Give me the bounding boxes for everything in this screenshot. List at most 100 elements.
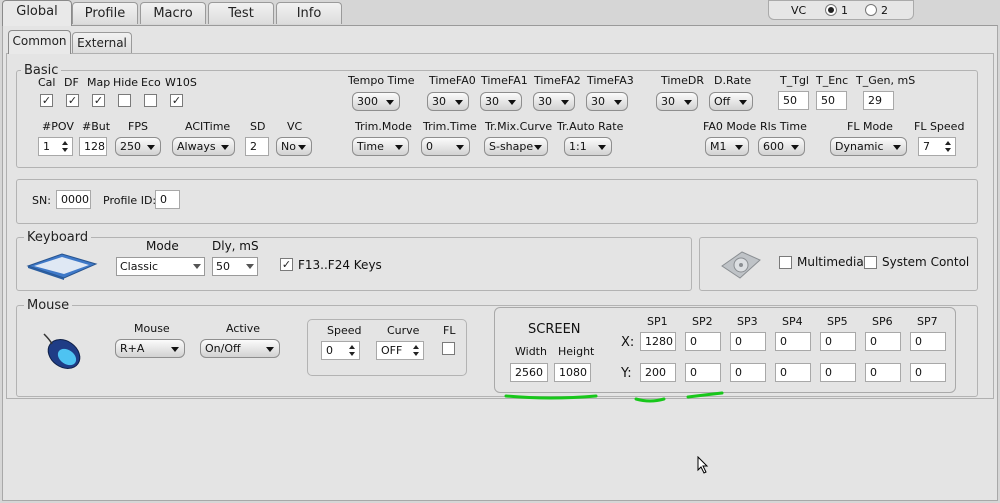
sp4-x-input[interactable]: 0 — [775, 332, 811, 351]
pov-stepper[interactable]: 1 — [38, 137, 73, 156]
mouse-curve-value: OFF — [381, 344, 403, 357]
fa0-mode-label: FA0 Mode — [703, 120, 757, 133]
vc-radio-2[interactable] — [865, 4, 877, 16]
trim-time-dropdown[interactable]: 0 — [421, 137, 470, 156]
sp1-y-input[interactable]: 200 — [640, 363, 676, 382]
fl-speed-value: 7 — [923, 140, 930, 153]
timefa2-value: 30 — [538, 95, 552, 108]
sp3-x-input[interactable]: 0 — [730, 332, 766, 351]
mouse-active-label: Active — [226, 322, 261, 335]
subtab-common[interactable]: Common — [8, 30, 71, 54]
drate-dropdown[interactable]: Off — [709, 92, 753, 111]
sp5-y-input[interactable]: 0 — [820, 363, 856, 382]
df-checkbox[interactable]: ✓ — [66, 94, 79, 107]
basic-vc-dropdown[interactable]: No — [276, 137, 312, 156]
map-checkbox[interactable]: ✓ — [92, 94, 105, 107]
rls-time-dropdown[interactable]: 600 — [758, 137, 805, 156]
tab-profile[interactable]: Profile — [72, 2, 138, 24]
tab-profile-label: Profile — [84, 6, 126, 21]
sp5-x-input[interactable]: 0 — [820, 332, 856, 351]
sn-input[interactable]: 0000 — [56, 190, 91, 209]
sd-input[interactable]: 2 — [245, 137, 269, 156]
t-gen-input[interactable]: 29 — [863, 91, 894, 110]
trim-mode-dropdown[interactable]: Time — [352, 137, 409, 156]
mouse-active-dropdown[interactable]: On/Off — [200, 339, 280, 358]
vc-radio-1[interactable] — [825, 4, 837, 16]
system-control-checkbox[interactable] — [864, 256, 877, 269]
basic-vc-label: VC — [287, 120, 303, 133]
sp2-x-input[interactable]: 0 — [685, 332, 721, 351]
timefa2-dropdown[interactable]: 30 — [533, 92, 575, 111]
sp3-label: SP3 — [737, 315, 758, 328]
timefa1-dropdown[interactable]: 30 — [480, 92, 522, 111]
tr-auto-rate-dropdown[interactable]: 1:1 — [564, 137, 612, 156]
tab-global[interactable]: Global — [2, 0, 72, 26]
sp3-y-input[interactable]: 0 — [730, 363, 766, 382]
tab-macro[interactable]: Macro — [140, 2, 206, 24]
mouse-group-title: Mouse — [24, 298, 73, 313]
vc-radio-2-label: 2 — [881, 4, 888, 17]
mouse-mode-dropdown[interactable]: R+A — [115, 339, 185, 358]
mouse-fl-checkbox[interactable] — [442, 342, 455, 355]
multimedia-checkbox[interactable] — [779, 256, 792, 269]
fa0-mode-dropdown[interactable]: M1 — [705, 137, 749, 156]
screen-width-input[interactable]: 2560 — [510, 363, 548, 382]
sp2-y-input[interactable]: 0 — [685, 363, 721, 382]
sd-value: 2 — [250, 140, 257, 153]
tab-info-label: Info — [296, 6, 322, 21]
sp7-y-value: 0 — [915, 366, 922, 379]
keyboard-dly-dropdown[interactable]: 50 — [212, 257, 258, 276]
sp2-y-value: 0 — [690, 366, 697, 379]
map-label: Map — [87, 76, 111, 89]
fl-mode-dropdown[interactable]: Dynamic — [830, 137, 907, 156]
timedr-dropdown[interactable]: 30 — [656, 92, 698, 111]
mouse-mode-value: R+A — [120, 342, 145, 355]
vc-selector: VC 1 2 — [768, 0, 914, 20]
t-enc-input[interactable]: 50 — [816, 91, 847, 110]
multimedia-label: Multimedia — [797, 255, 864, 269]
f13-f24-checkbox[interactable]: ✓ — [280, 258, 293, 271]
fps-dropdown[interactable]: 250 — [115, 137, 161, 156]
tempo-time-dropdown[interactable]: 300 — [352, 92, 400, 111]
sp1-x-input[interactable]: 1280 — [640, 332, 676, 351]
f13-f24-label: F13..F24 Keys — [298, 258, 382, 272]
fa0-mode-value: M1 — [710, 140, 727, 153]
acitime-dropdown[interactable]: Always — [172, 137, 235, 156]
timefa0-dropdown[interactable]: 30 — [427, 92, 469, 111]
tab-info[interactable]: Info — [276, 2, 342, 24]
cal-checkbox[interactable]: ✓ — [40, 94, 53, 107]
sp4-y-input[interactable]: 0 — [775, 363, 811, 382]
timefa1-value: 30 — [485, 95, 499, 108]
hide-label: Hide — [113, 76, 139, 89]
w10s-checkbox[interactable]: ✓ — [170, 94, 183, 107]
sp4-y-value: 0 — [780, 366, 787, 379]
sp6-x-input[interactable]: 0 — [865, 332, 901, 351]
tab-test-label: Test — [228, 6, 254, 21]
t-tgl-input[interactable]: 50 — [778, 91, 809, 110]
sp6-y-input[interactable]: 0 — [865, 363, 901, 382]
timefa3-dropdown[interactable]: 30 — [586, 92, 628, 111]
profile-id-input[interactable]: 0 — [155, 190, 180, 209]
fl-speed-stepper[interactable]: 7 — [918, 137, 956, 156]
keyboard-mode-dropdown[interactable]: Classic — [116, 257, 205, 276]
mouse-speed-stepper[interactable]: 0 — [321, 341, 360, 360]
mouse-cursor-icon — [697, 456, 709, 474]
sp7-label: SP7 — [917, 315, 938, 328]
sp7-y-input[interactable]: 0 — [910, 363, 946, 382]
t-enc-label: T_Enc — [816, 74, 849, 87]
tr-mix-curve-value: S-shape — [489, 140, 534, 153]
sp4-x-value: 0 — [780, 335, 787, 348]
screen-width-label: Width — [515, 345, 547, 358]
fl-mode-label: FL Mode — [847, 120, 893, 133]
tr-auto-rate-value: 1:1 — [569, 140, 587, 153]
sp7-x-input[interactable]: 0 — [910, 332, 946, 351]
tr-mix-curve-label: Tr.Mix.Curve — [485, 120, 553, 133]
subtab-external[interactable]: External — [72, 32, 132, 53]
screen-height-input[interactable]: 1080 — [554, 363, 591, 382]
but-input[interactable]: 128 — [79, 137, 107, 156]
mouse-curve-stepper[interactable]: OFF — [376, 341, 424, 360]
eco-checkbox[interactable] — [144, 94, 157, 107]
hide-checkbox[interactable] — [118, 94, 131, 107]
tab-test[interactable]: Test — [208, 2, 274, 24]
tr-mix-curve-dropdown[interactable]: S-shape — [484, 137, 548, 156]
